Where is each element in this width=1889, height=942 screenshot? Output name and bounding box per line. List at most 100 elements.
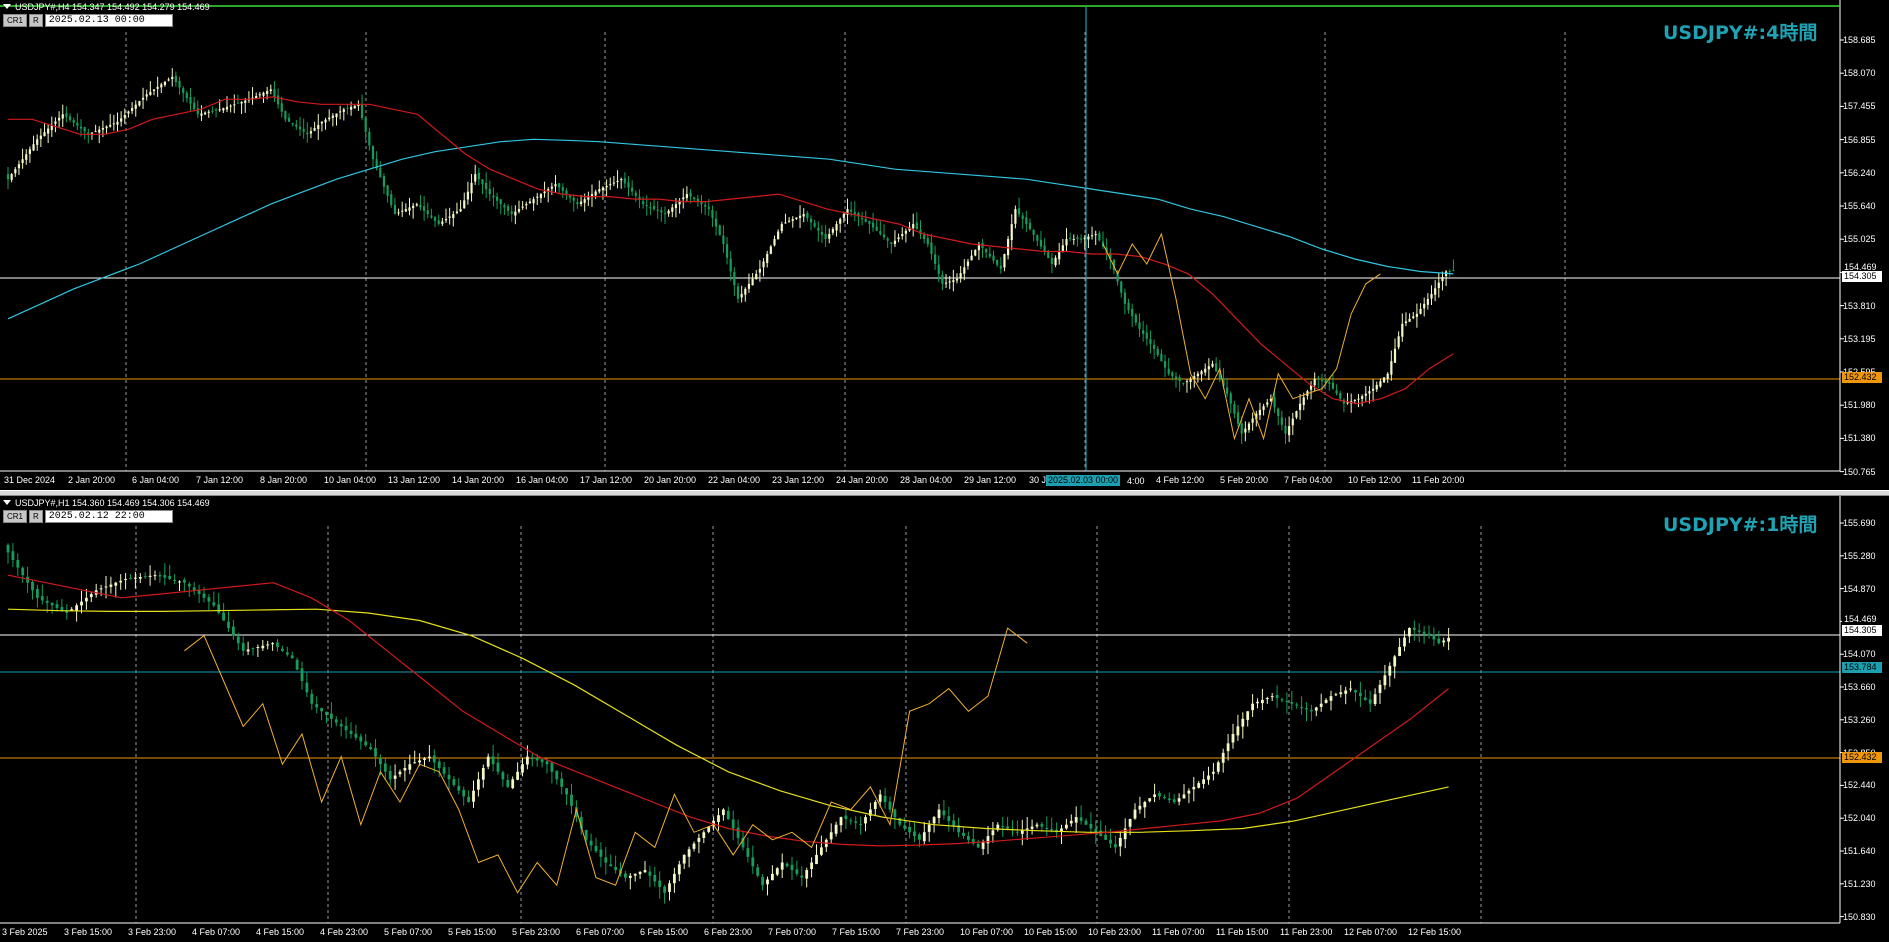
candle-bear [1275, 695, 1279, 699]
candle-bull [878, 794, 882, 802]
cr1-button[interactable]: CR1 [3, 510, 28, 523]
candle-bear [1032, 230, 1035, 235]
candle-bear [1172, 799, 1176, 803]
candle-bear [926, 238, 929, 245]
time-input-h4[interactable]: 2025.02.13 00:00 [44, 14, 173, 27]
candle-bull [123, 114, 126, 118]
candle-bear [452, 779, 456, 785]
candle-bear [718, 225, 721, 236]
candle-bull [612, 182, 615, 184]
candle-bull [444, 219, 448, 221]
candle-bull [1212, 771, 1215, 774]
candle-bull [667, 210, 670, 214]
chart-panel-h1[interactable]: USDJPY#,H1 154.360 154.469 154.306 154.4… [0, 496, 1889, 942]
candle-bear [359, 736, 363, 742]
candle-bull [762, 261, 765, 268]
candle-bear [334, 719, 338, 723]
candle-bull [594, 191, 597, 196]
candle-bull [516, 771, 519, 780]
candle-bear [1160, 353, 1163, 362]
candle-bull [1226, 743, 1230, 752]
candle-bear [290, 655, 294, 659]
candle-bull [633, 873, 637, 876]
cr1-button[interactable]: CR1 [3, 14, 28, 27]
candle-bull [477, 779, 480, 790]
candle-bull [744, 288, 747, 295]
candle-bear [1215, 363, 1218, 372]
candle-bear [820, 231, 824, 235]
candle-bull [397, 212, 400, 214]
price-tick-label: 152.440 [1843, 780, 1876, 791]
candle-bull [350, 106, 353, 110]
candle-bull [722, 809, 725, 816]
collapse-triangle-icon[interactable] [3, 500, 11, 505]
candle-bear [315, 704, 319, 708]
time-tick-label: 14 Jan 20:00 [452, 475, 505, 485]
candle-bull [1069, 820, 1073, 824]
candle-bull [528, 201, 532, 204]
candle-bear [192, 587, 196, 591]
candle-bear [481, 179, 484, 185]
candle-bull [1189, 378, 1192, 382]
candle-bull [1364, 393, 1367, 396]
candle-bear [570, 794, 573, 806]
time-tick-label: 29 Jan 12:00 [964, 475, 1017, 485]
candle-bull [1133, 809, 1137, 819]
candle-bull [138, 101, 141, 106]
candle-bull [1090, 235, 1094, 237]
candle-bull [628, 875, 632, 879]
candle-bear [649, 207, 652, 209]
candle-bull [335, 113, 338, 118]
candle-bull [1261, 699, 1264, 704]
candle-bull [598, 189, 601, 192]
zigzag-line [1102, 232, 1381, 441]
time-input-h1[interactable]: 2025.02.12 22:00 [44, 510, 173, 523]
candle-bear [485, 182, 488, 190]
candle-bull [1372, 388, 1375, 391]
candle-bear [189, 97, 192, 104]
candle-bear [1448, 270, 1451, 272]
candle-bull [543, 191, 546, 194]
price-tick-label: 151.640 [1843, 846, 1876, 856]
candle-bull [104, 586, 108, 588]
price-tick-label: 156.240 [1843, 167, 1876, 178]
candle-bear [572, 197, 575, 201]
candle-bull [134, 104, 137, 109]
candle-bull [616, 180, 619, 182]
candle-bear [284, 111, 287, 120]
time-tick-label: 10 Feb 23:00 [1088, 927, 1142, 937]
candle-bear [1427, 633, 1431, 636]
candle-bull [912, 224, 915, 229]
candle-bear [704, 204, 707, 207]
candle-bear [1240, 423, 1243, 434]
price-chart-h4[interactable] [0, 0, 1889, 490]
price-chart-h1[interactable] [0, 496, 1889, 942]
candle-bull [1061, 245, 1064, 251]
candle-bear [1432, 634, 1436, 640]
candle-bull [200, 113, 203, 116]
r-button[interactable]: R [29, 510, 43, 523]
candle-bear [813, 223, 816, 227]
candle-bear [751, 857, 755, 867]
candle-bull [1241, 718, 1245, 727]
ohlc-readout-h4: USDJPY#,H4 154.347 154.492 154.279 154.4… [15, 2, 210, 12]
candle-bull [1437, 282, 1440, 289]
collapse-triangle-icon[interactable] [3, 4, 11, 9]
candle-bear [1163, 361, 1167, 368]
candle-bull [1258, 409, 1262, 416]
candle-bull [455, 211, 459, 214]
r-button[interactable]: R [29, 14, 43, 27]
teal-price-tag-h1: 153.784 [1842, 662, 1882, 673]
candle-bull [1339, 692, 1343, 695]
candle-bear [653, 874, 657, 882]
candle-bull [1398, 646, 1401, 656]
candle-bear [785, 863, 789, 867]
candle-bear [1300, 707, 1303, 709]
chart-panel-h4[interactable]: USDJPY#,H4 154.347 154.492 154.279 154.4… [0, 0, 1889, 490]
candle-bull [120, 118, 123, 122]
candle-bull [127, 111, 130, 114]
candle-bear [800, 875, 804, 878]
candle-bear [663, 886, 666, 893]
ma-fast-line [8, 96, 1454, 405]
candle-bull [309, 131, 313, 134]
